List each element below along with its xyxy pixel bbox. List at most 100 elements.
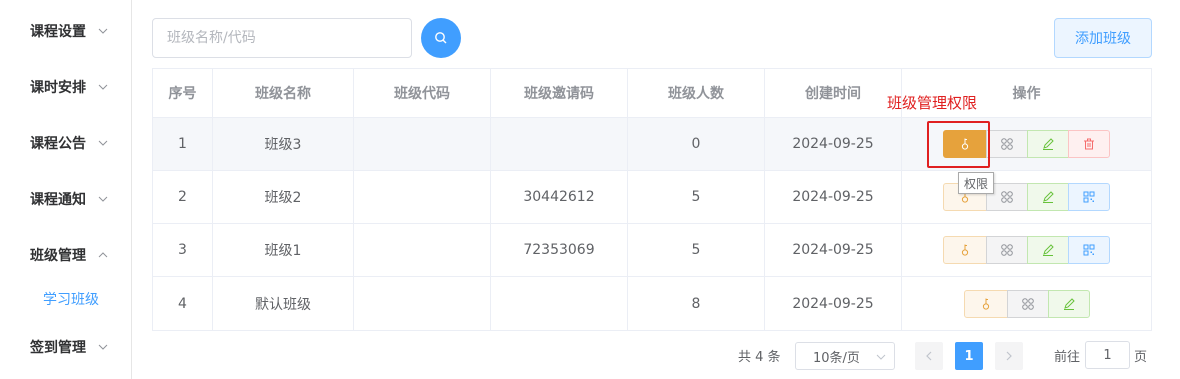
chevron-down-icon xyxy=(98,84,108,90)
sidebar-item-label: 班级管理 xyxy=(30,248,86,264)
sidebar-item-label: 签到管理 xyxy=(30,340,86,356)
row-index: 4 xyxy=(153,277,213,330)
delete-icon xyxy=(1084,138,1094,150)
sidebar-item-course-settings[interactable]: 课程设置 xyxy=(30,19,108,43)
sidebar-item-checkin[interactable]: 签到管理 xyxy=(30,335,108,359)
next-page-button[interactable] xyxy=(995,342,1023,370)
add-class-button[interactable]: 添加班级 xyxy=(1054,18,1152,58)
members-button[interactable] xyxy=(986,130,1028,158)
delete-button[interactable] xyxy=(1068,130,1110,158)
member-count: 5 xyxy=(628,224,765,276)
class-code xyxy=(354,224,491,276)
permission-tooltip: 权限 xyxy=(958,172,995,194)
goto-page-input[interactable] xyxy=(1085,341,1130,369)
annotation-highlight-box xyxy=(927,121,990,168)
table-row: 1 班级3 0 2024-09-25 xyxy=(153,118,1151,171)
table-row: 4 默认班级 8 2024-09-25 xyxy=(153,277,1151,330)
row-actions xyxy=(902,171,1151,223)
sidebar-item-label: 课程公告 xyxy=(30,136,86,152)
grid-icon xyxy=(1001,138,1013,150)
permission-button[interactable] xyxy=(963,289,1008,318)
edit-icon xyxy=(1063,297,1075,310)
page-button-current[interactable]: 1 xyxy=(955,342,983,370)
class-code xyxy=(354,171,491,223)
chevron-left-icon xyxy=(926,351,932,361)
key-icon xyxy=(961,244,969,256)
sidebar-item-announcements[interactable]: 课程公告 xyxy=(30,131,108,155)
created-time: 2024-09-25 xyxy=(765,118,902,170)
column-header: 班级代码 xyxy=(354,69,491,117)
edit-icon xyxy=(1043,138,1054,150)
invite-code: 72353069 xyxy=(491,224,628,276)
qrcode-icon xyxy=(1083,191,1095,203)
table-row: 3 班级1 72353069 5 2024-09-25 xyxy=(153,224,1151,277)
member-count: 8 xyxy=(628,277,765,330)
edit-icon xyxy=(1043,191,1054,203)
qrcode-button[interactable] xyxy=(1068,236,1110,264)
class-code xyxy=(354,118,491,170)
edit-icon xyxy=(1043,244,1054,256)
qrcode-icon xyxy=(1083,244,1095,256)
column-header: 序号 xyxy=(153,69,213,117)
sidebar-subitem-study-class[interactable]: 学习班级 xyxy=(43,289,99,309)
invite-code: 30442612 xyxy=(491,171,628,223)
sidebar: 课程设置 课时安排 课程公告 课程通知 班级管理 学习班级 签到管理 xyxy=(0,0,132,379)
chevron-down-icon xyxy=(98,140,108,146)
members-button[interactable] xyxy=(986,236,1028,264)
qrcode-button[interactable] xyxy=(1068,183,1110,211)
permission-button[interactable] xyxy=(943,236,987,264)
class-table: 序号 班级名称 班级代码 班级邀请码 班级人数 创建时间 操作 1 班级3 0 … xyxy=(152,68,1152,331)
chevron-down-icon xyxy=(98,28,108,34)
prev-page-button[interactable] xyxy=(915,342,943,370)
edit-button[interactable] xyxy=(1027,183,1069,211)
row-actions xyxy=(902,277,1151,330)
row-actions xyxy=(902,224,1151,276)
members-button[interactable] xyxy=(1006,289,1049,318)
page-size-select[interactable]: 10条/页 xyxy=(795,342,895,370)
member-count: 5 xyxy=(628,171,765,223)
column-header: 创建时间 xyxy=(765,69,902,117)
edit-button[interactable] xyxy=(1047,289,1090,318)
sidebar-item-label: 课时安排 xyxy=(30,80,86,96)
column-header: 班级邀请码 xyxy=(491,69,628,117)
chevron-down-icon xyxy=(876,354,886,360)
column-header: 班级名称 xyxy=(213,69,354,117)
pagination-total: 共 4 条 xyxy=(738,350,781,365)
table-row: 2 班级2 30442612 5 2024-09-25 xyxy=(153,171,1151,224)
sidebar-item-notifications[interactable]: 课程通知 xyxy=(30,187,108,211)
search-icon xyxy=(435,32,447,44)
created-time: 2024-09-25 xyxy=(765,277,902,330)
created-time: 2024-09-25 xyxy=(765,171,902,223)
member-count: 0 xyxy=(628,118,765,170)
edit-button[interactable] xyxy=(1027,130,1069,158)
sidebar-item-label: 课程通知 xyxy=(30,192,86,208)
goto-prefix: 前往 xyxy=(1054,350,1081,365)
sidebar-item-label: 课程设置 xyxy=(30,24,86,40)
class-name: 班级3 xyxy=(213,118,354,170)
chevron-down-icon xyxy=(98,196,108,202)
invite-code xyxy=(491,277,628,330)
key-icon xyxy=(982,298,989,310)
chevron-down-icon xyxy=(98,344,108,350)
class-code xyxy=(354,277,491,330)
grid-icon xyxy=(1001,191,1013,203)
goto-suffix: 页 xyxy=(1134,350,1148,365)
created-time: 2024-09-25 xyxy=(765,224,902,276)
table-header: 序号 班级名称 班级代码 班级邀请码 班级人数 创建时间 操作 xyxy=(153,69,1151,118)
sidebar-item-schedule[interactable]: 课时安排 xyxy=(30,75,108,99)
sidebar-item-class-management[interactable]: 班级管理 xyxy=(30,243,108,267)
annotation-label: 班级管理权限 xyxy=(887,94,978,112)
invite-code xyxy=(491,118,628,170)
column-header: 班级人数 xyxy=(628,69,765,117)
row-index: 1 xyxy=(153,118,213,170)
grid-icon xyxy=(1001,244,1013,256)
search-input[interactable] xyxy=(152,18,412,58)
edit-button[interactable] xyxy=(1027,236,1069,264)
row-index: 2 xyxy=(153,171,213,223)
search-button[interactable] xyxy=(421,18,461,58)
class-name: 班级1 xyxy=(213,224,354,276)
grid-icon xyxy=(1021,297,1034,310)
class-name: 默认班级 xyxy=(213,277,354,330)
page-size-value: 10条/页 xyxy=(813,350,860,366)
row-index: 3 xyxy=(153,224,213,276)
